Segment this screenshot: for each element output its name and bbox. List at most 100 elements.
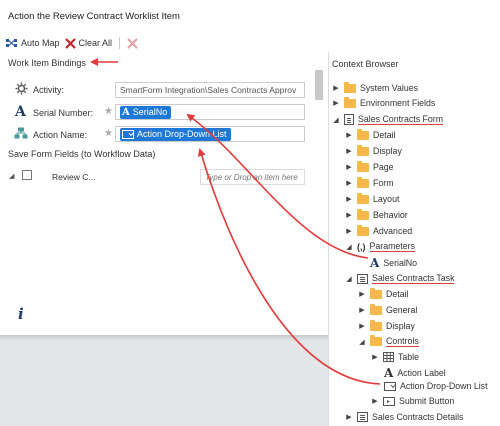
expand-arrow-icon[interactable]: ▶: [345, 413, 353, 421]
parameters-icon: (,): [357, 241, 366, 252]
tree-item-display[interactable]: ▶ Display: [345, 144, 402, 156]
expand-arrow-icon[interactable]: ▶: [358, 322, 366, 330]
expand-arrow-icon[interactable]: ▶: [345, 163, 353, 171]
panel-shadow: [0, 335, 328, 341]
table-icon: [383, 352, 394, 362]
action-dropdown-chip[interactable]: Action Drop-Down List: [120, 128, 231, 141]
expand-arrow-icon[interactable]: ▶: [345, 211, 353, 219]
folder-icon: [370, 303, 382, 315]
serialno-chip[interactable]: A SerialNo: [120, 106, 172, 119]
text-icon: A: [122, 107, 130, 118]
tree-item-submit-button[interactable]: ▶ Submit Button: [371, 396, 454, 406]
tree-item-layout[interactable]: ▶ Layout: [345, 192, 399, 204]
text-icon: A: [370, 256, 380, 270]
remove-button[interactable]: [127, 37, 138, 49]
expand-arrow-icon[interactable]: ▶: [358, 306, 366, 314]
tree-item-table[interactable]: ▶ Table: [371, 352, 419, 362]
folder-icon: [357, 208, 369, 220]
folder-icon: [370, 319, 382, 331]
tree-item-sales-contracts-form[interactable]: ◢ Sales Contracts Form: [332, 114, 444, 125]
folder-icon: [344, 81, 356, 93]
tree-item-behavior[interactable]: ▶ Behavior: [345, 208, 408, 220]
tree-item-advanced[interactable]: ▶ Advanced: [345, 224, 412, 236]
action-icon: [14, 127, 28, 139]
dropdown-control-icon: [122, 130, 134, 139]
text-icon: A: [384, 366, 394, 380]
serialno-chip-label: SerialNo: [132, 107, 168, 117]
tree-item-sales-contracts-task[interactable]: ◢ Sales Contracts Task: [345, 273, 455, 284]
folder-icon: [344, 96, 356, 108]
info-icon[interactable]: i: [18, 305, 24, 323]
tree-item-task-detail[interactable]: ▶ Detail: [358, 287, 409, 299]
folder-icon: [357, 128, 369, 140]
toolbar-divider: [119, 37, 121, 49]
tree-item-form[interactable]: ▶ Form: [345, 176, 394, 188]
tree-item-page[interactable]: ▶ Page: [345, 160, 394, 172]
tree-item-system-values[interactable]: ▶ System Values: [332, 81, 418, 93]
folder-icon: [357, 176, 369, 188]
button-control-icon: [383, 396, 395, 406]
tree-item-action-dropdown[interactable]: Action Drop-Down List: [384, 381, 488, 391]
collapse-arrow-icon[interactable]: ◢: [9, 172, 14, 180]
form-icon: [344, 114, 354, 125]
collapse-arrow-icon[interactable]: ◢: [332, 116, 340, 124]
auto-map-button[interactable]: Auto Map: [6, 38, 60, 48]
folder-icon: [370, 287, 382, 299]
tree-item-parameters[interactable]: ◢ (,) Parameters: [345, 241, 415, 252]
clear-icon: [64, 37, 76, 49]
expand-arrow-icon[interactable]: ▶: [371, 353, 379, 361]
dropdown-control-icon: [384, 381, 396, 391]
expand-arrow-icon[interactable]: ▶: [332, 99, 340, 107]
expand-arrow-icon[interactable]: ▶: [345, 179, 353, 187]
folder-icon: [357, 144, 369, 156]
dialog-title: Action the Review Contract Worklist Item: [8, 11, 180, 22]
review-checkbox[interactable]: [22, 170, 32, 180]
expand-arrow-icon[interactable]: ▶: [371, 397, 379, 405]
serial-number-label: Serial Number:: [33, 108, 94, 118]
toolbar: Auto Map Clear All: [6, 37, 138, 49]
activity-icon: [15, 82, 28, 95]
task-icon: [357, 273, 368, 284]
tree-item-general[interactable]: ▶ General: [358, 303, 417, 315]
folder-icon: [370, 335, 382, 346]
tree-item-serialno[interactable]: A SerialNo: [370, 256, 417, 270]
collapse-arrow-icon[interactable]: ◢: [345, 243, 353, 251]
action-dropdown-chip-label: Action Drop-Down List: [137, 129, 227, 139]
expand-arrow-icon[interactable]: ▶: [345, 227, 353, 235]
collapse-arrow-icon[interactable]: ◢: [345, 275, 353, 283]
expand-arrow-icon[interactable]: ▶: [345, 195, 353, 203]
auto-map-label: Auto Map: [21, 38, 60, 48]
text-icon: A: [15, 104, 26, 120]
required-star-icon: ★: [104, 128, 113, 139]
review-item-label: Review C...: [52, 172, 96, 182]
drop-item-input[interactable]: [200, 169, 305, 185]
task-icon: [357, 412, 368, 422]
expand-arrow-icon[interactable]: ▶: [358, 290, 366, 298]
expand-arrow-icon[interactable]: ▶: [345, 147, 353, 155]
context-browser-title: Context Browser: [332, 59, 399, 69]
tree-item-sales-contracts-details[interactable]: ▶ Sales Contracts Details: [345, 412, 463, 422]
clear-all-button[interactable]: Clear All: [64, 37, 113, 49]
expand-arrow-icon[interactable]: ▶: [345, 131, 353, 139]
tree-item-task-display[interactable]: ▶ Display: [358, 319, 415, 331]
collapse-arrow-icon[interactable]: ◢: [358, 338, 366, 346]
scrollbar[interactable]: [315, 70, 323, 100]
folder-icon: [357, 192, 369, 204]
folder-icon: [357, 160, 369, 172]
work-item-bindings-label: Work Item Bindings: [8, 58, 86, 68]
remove-icon: [127, 37, 138, 49]
save-form-fields-label: Save Form Fields (to Workflow Data): [8, 149, 156, 159]
clear-all-label: Clear All: [78, 38, 113, 48]
activity-field[interactable]: SmartForm Integration\Sales Contracts Ap…: [115, 82, 305, 98]
auto-map-icon: [6, 39, 17, 47]
background-area: [0, 335, 328, 426]
activity-label: Activity:: [33, 85, 65, 95]
tree-item-environment-fields[interactable]: ▶ Environment Fields: [332, 96, 435, 108]
action-name-label: Action Name:: [33, 130, 88, 140]
expand-arrow-icon[interactable]: ▶: [332, 84, 340, 92]
required-star-icon: ★: [104, 106, 113, 117]
folder-icon: [357, 224, 369, 236]
tree-item-action-label[interactable]: A Action Label: [384, 366, 446, 380]
tree-item-controls[interactable]: ◢ Controls: [358, 335, 419, 347]
tree-item-detail[interactable]: ▶ Detail: [345, 128, 396, 140]
